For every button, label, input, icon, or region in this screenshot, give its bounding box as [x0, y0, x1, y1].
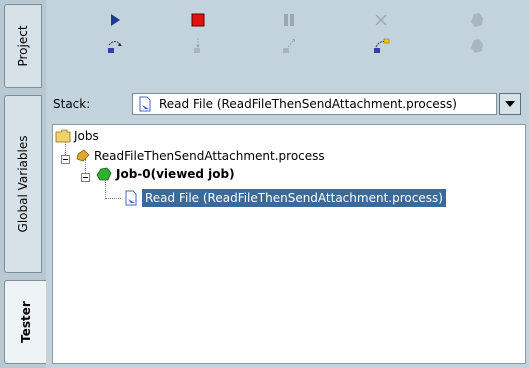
stop-icon: [191, 13, 205, 27]
tree-node-label: ReadFileThenSendAttachment.process: [94, 149, 325, 163]
tab-project[interactable]: Project: [4, 4, 42, 88]
run-to-breakpoint-button[interactable]: [368, 34, 394, 58]
play-button[interactable]: [102, 8, 128, 32]
collapse-toggle[interactable]: [61, 155, 70, 164]
play-icon: [111, 14, 120, 26]
tree-node-process[interactable]: ReadFileThenSendAttachment.process: [75, 147, 325, 165]
vertical-tab-strip: Project Global Variables Tester: [0, 0, 47, 368]
pause-button: [276, 8, 302, 32]
collapse-toggle[interactable]: [81, 173, 90, 182]
tree-node-activity[interactable]: Read File (ReadFileThenSendAttachment.pr…: [123, 189, 446, 207]
tree-node-label: Jobs: [74, 129, 99, 143]
stack-select[interactable]: Read File (ReadFileThenSendAttachment.pr…: [132, 93, 497, 115]
stack-dropdown-button[interactable]: [499, 93, 521, 115]
job-tree: Jobs ReadFileThenSendAttachment.process …: [52, 124, 526, 364]
tree-connector: [105, 198, 121, 199]
tree-node-job[interactable]: Job-0(viewed job): [95, 165, 235, 183]
close-icon: [375, 14, 387, 26]
tab-tester[interactable]: Tester: [4, 280, 47, 364]
tree-node-jobs[interactable]: Jobs: [55, 127, 99, 145]
chevron-down-icon: [505, 101, 515, 107]
stop-button[interactable]: [185, 8, 211, 32]
tab-global-variables-label: Global Variables: [16, 135, 30, 233]
stack-label: Stack:: [53, 97, 91, 111]
clear-breakpoints-button: [464, 34, 490, 58]
pause-icon: [284, 14, 294, 26]
tab-tester-label: Tester: [19, 301, 33, 343]
kill-button: [368, 8, 394, 32]
job-icon: [95, 166, 113, 182]
step-to-icon: [374, 38, 390, 53]
step-out-button: [276, 34, 302, 58]
tester-panel: Stack: Read File (ReadFileThenSendAttach…: [46, 0, 529, 368]
breakpoint-clear-icon: [471, 39, 483, 53]
stack-row: Stack: Read File (ReadFileThenSendAttach…: [46, 92, 529, 116]
step-over-icon: [108, 41, 122, 53]
step-out-icon: [283, 39, 295, 53]
debug-toolbar: [46, 0, 529, 88]
step-into-button: [185, 34, 211, 58]
file-read-icon: [123, 190, 139, 206]
file-read-icon: [137, 96, 153, 112]
folder-icon: [55, 129, 71, 143]
stack-selected-value: Read File (ReadFileThenSendAttachment.pr…: [159, 97, 457, 111]
tab-global-variables[interactable]: Global Variables: [4, 95, 42, 273]
tree-node-label: Read File (ReadFileThenSendAttachment.pr…: [142, 189, 446, 207]
step-into-icon: [194, 38, 200, 53]
tree-node-label: Job-0(viewed job): [116, 167, 235, 181]
breakpoint-button: [464, 8, 490, 32]
process-icon: [75, 148, 91, 164]
tab-project-label: Project: [16, 25, 30, 67]
step-over-button[interactable]: [102, 34, 128, 58]
breakpoint-icon: [471, 13, 483, 27]
